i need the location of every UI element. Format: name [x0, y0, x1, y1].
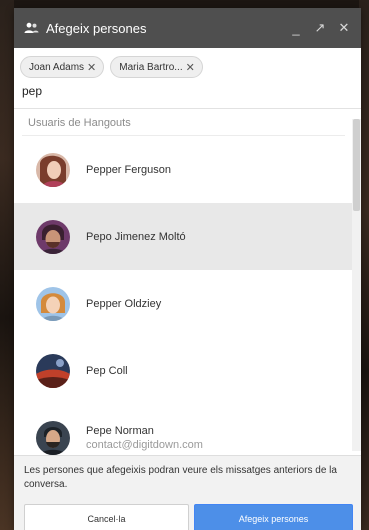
add-people-icon [24, 21, 40, 35]
contact-name: Pep Coll [86, 364, 128, 377]
add-people-button[interactable]: Afegeix persones [194, 504, 353, 530]
contact-name: Pepper Oldziey [86, 297, 162, 310]
history-notice: Les persones que afegeixis podran veure … [24, 465, 337, 490]
chip-label: Joan Adams [29, 61, 85, 73]
scrollbar-thumb[interactable] [353, 119, 360, 211]
minimize-button[interactable]: _ [287, 19, 305, 37]
contact-name: Pepper Ferguson [86, 163, 171, 176]
add-people-dialog: Afegeix persones _ ↗ ✕ Joan Adams ✕ Mari… [14, 8, 361, 530]
dialog-title: Afegeix persones [46, 20, 147, 36]
result-item-pepper-ferguson[interactable]: Pepper Ferguson [14, 136, 361, 203]
recipient-chip[interactable]: Maria Bartro... ✕ [110, 56, 203, 78]
contact-email: contact@digitdown.com [86, 438, 203, 451]
titlebar: Afegeix persones _ ↗ ✕ [14, 8, 361, 48]
background-left [0, 0, 14, 530]
contact-name: Pepe Norman [86, 424, 154, 437]
contact-name: Pepo Jimenez Moltó [86, 230, 186, 243]
popout-button[interactable]: ↗ [311, 19, 329, 37]
avatar [36, 152, 70, 187]
results-list: Usuaris de Hangouts Pepper Ferguson Pepo… [14, 109, 361, 455]
close-button[interactable]: ✕ [335, 19, 353, 37]
chip-label: Maria Bartro... [119, 61, 183, 73]
recipient-chip[interactable]: Joan Adams ✕ [20, 56, 105, 78]
avatar [36, 353, 70, 388]
footer: Les persones que afegeixis podran veure … [14, 455, 361, 530]
avatar [36, 286, 70, 321]
remove-chip-icon[interactable]: ✕ [186, 61, 195, 74]
section-label: Usuaris de Hangouts [28, 117, 131, 129]
button-row: Cancel·la Afegeix persones [24, 504, 353, 530]
remove-chip-icon[interactable]: ✕ [87, 61, 96, 74]
result-item-pepper-oldziey[interactable]: Pepper Oldziey [14, 270, 361, 337]
chip-list: Joan Adams ✕ Maria Bartro... ✕ [20, 56, 355, 78]
recipients-area: Joan Adams ✕ Maria Bartro... ✕ [14, 48, 361, 108]
result-item-pep-coll[interactable]: Pep Coll [14, 337, 361, 404]
avatar [36, 420, 70, 455]
result-item-pepe-norman[interactable]: Pepe Norman contact@digitdown.com [14, 404, 361, 455]
search-input[interactable] [20, 78, 355, 106]
scrollbar[interactable] [352, 119, 361, 451]
result-item-pepo-jimenez-molto[interactable]: Pepo Jimenez Moltó [14, 203, 361, 270]
avatar [36, 219, 70, 254]
cancel-button[interactable]: Cancel·la [24, 504, 189, 530]
